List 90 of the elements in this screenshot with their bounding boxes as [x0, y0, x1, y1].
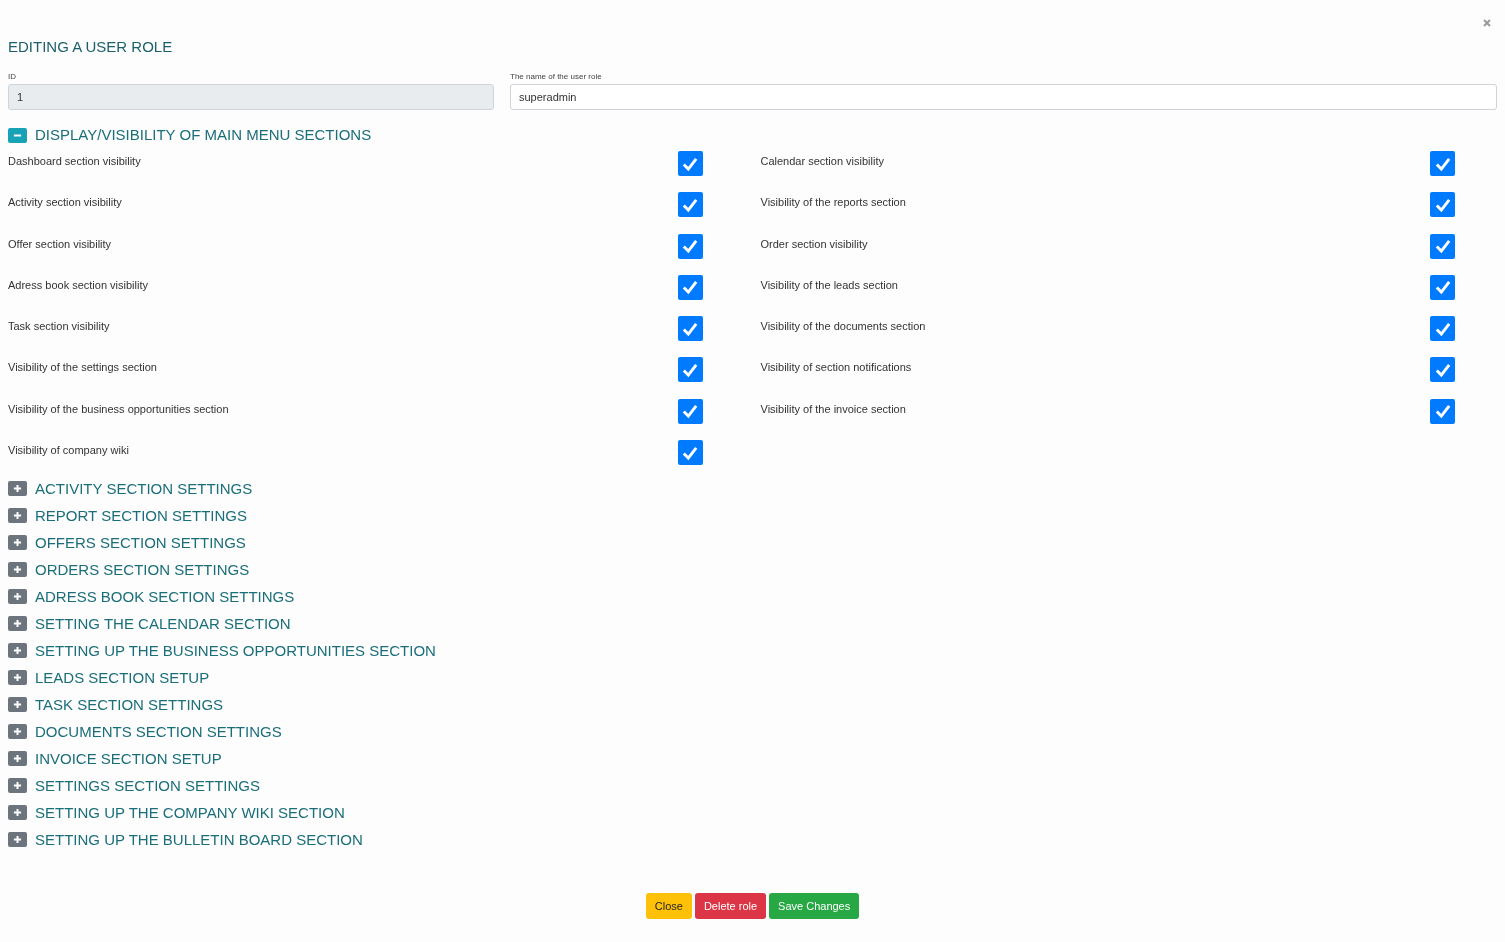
checkbox[interactable]: [677, 274, 703, 300]
section-title[interactable]: SETTINGS SECTION SETTINGS: [35, 774, 261, 798]
close-icon[interactable]: [1483, 19, 1491, 27]
setting-label: Visibility of section notifications: [760, 360, 913, 376]
checkbox[interactable]: [677, 357, 703, 383]
expand-toggle[interactable]: [8, 589, 27, 605]
plus-icon: [13, 565, 22, 575]
action-button[interactable]: Save Changes: [769, 893, 860, 920]
dialog-title: EDITING A USER ROLE: [8, 37, 174, 57]
section-title[interactable]: ACTIVITY SECTION SETTINGS: [35, 477, 253, 501]
expand-toggle[interactable]: [8, 535, 27, 551]
plus-icon: [13, 646, 22, 656]
action-button[interactable]: Close: [645, 893, 692, 920]
expand-toggle[interactable]: [8, 643, 27, 659]
plus-icon: [13, 781, 22, 791]
expand-toggle[interactable]: [8, 616, 27, 632]
plus-icon: [13, 808, 22, 818]
setting-label: Adress book section visibility: [8, 277, 149, 293]
plus-icon: [13, 538, 22, 548]
setting-label: Visibility of the reports section: [760, 195, 907, 211]
plus-icon: [13, 835, 22, 845]
section-title[interactable]: SETTING UP THE BUSINESS OPPORTUNITIES SECTION: [35, 639, 436, 663]
setting-label: Dashboard section visibility: [8, 154, 142, 169]
expand-toggle[interactable]: [8, 481, 27, 497]
plus-icon: [13, 673, 22, 683]
expand-toggle[interactable]: [8, 508, 27, 524]
plus-icon: [13, 592, 22, 602]
check-icon: [1433, 278, 1452, 297]
expand-toggle[interactable]: [8, 832, 27, 848]
collapse-toggle[interactable]: [8, 128, 27, 143]
section-title[interactable]: INVOICE SECTION SETUP: [35, 747, 222, 771]
setting-label: Task section visibility: [8, 319, 111, 335]
checkbox[interactable]: [677, 192, 703, 218]
section-title[interactable]: SETTING THE CALENDAR SECTION: [35, 612, 291, 636]
plus-icon: [13, 700, 22, 710]
setting-label: Visibility of the settings section: [8, 360, 158, 376]
setting-label: Visibility of the business opportunities section: [8, 401, 230, 417]
setting-label: Visibility of the invoice section: [760, 401, 907, 417]
checkbox[interactable]: [1430, 398, 1455, 424]
checkbox[interactable]: [677, 233, 703, 259]
setting-label: Activity section visibility: [8, 195, 123, 211]
section-title[interactable]: SETTING UP THE COMPANY WIKI SECTION: [35, 801, 345, 825]
checkbox[interactable]: [1430, 357, 1455, 383]
setting-label: Offer section visibility: [8, 236, 113, 252]
check-icon: [681, 278, 699, 297]
section-title[interactable]: REPORT SECTION SETTINGS: [35, 504, 247, 528]
checkbox[interactable]: [677, 440, 703, 466]
checkbox[interactable]: [1430, 316, 1455, 342]
check-icon: [681, 361, 699, 379]
checkbox[interactable]: [1430, 274, 1455, 300]
section-title[interactable]: DOCUMENTS SECTION SETTINGS: [35, 720, 282, 744]
expand-toggle[interactable]: [8, 751, 27, 767]
action-button[interactable]: Delete role: [694, 893, 767, 920]
expand-toggle[interactable]: [8, 805, 27, 821]
section-title[interactable]: SETTING UP THE BULLETIN BOARD SECTION: [35, 828, 363, 852]
setting-label: Calendar section visibility: [760, 154, 885, 169]
section-title[interactable]: DISPLAY/VISIBILITY OF MAIN MENU SECTIONS: [35, 124, 372, 147]
setting-label: Visibility of the documents section: [760, 319, 927, 335]
check-icon: [681, 237, 699, 256]
expand-toggle[interactable]: [8, 697, 27, 713]
expand-toggle[interactable]: [8, 562, 27, 578]
setting-label: Order section visibility: [760, 236, 869, 252]
check-icon: [681, 402, 699, 421]
checkbox[interactable]: [677, 398, 703, 424]
check-icon: [1433, 361, 1452, 379]
expand-toggle[interactable]: [8, 670, 27, 686]
checkbox[interactable]: [677, 316, 703, 342]
check-icon: [1433, 237, 1452, 256]
setting-label: Visibility of the leads section: [760, 277, 899, 293]
setting-label: Visibility of company wiki: [8, 443, 130, 459]
section-title[interactable]: TASK SECTION SETTINGS: [35, 693, 224, 717]
plus-icon: [13, 484, 22, 494]
checkbox[interactable]: [1430, 192, 1455, 218]
field-label: The name of the user role: [510, 72, 603, 82]
plus-icon: [13, 754, 22, 764]
plus-icon: [13, 619, 22, 629]
plus-icon: [13, 511, 22, 521]
field-label: ID: [8, 72, 17, 82]
checkbox[interactable]: [677, 151, 703, 176]
checkbox[interactable]: [1430, 151, 1455, 176]
text-field[interactable]: superadmin: [510, 84, 1497, 110]
checkbox[interactable]: [1430, 233, 1455, 259]
plus-icon: [13, 727, 22, 737]
check-icon: [1433, 402, 1452, 421]
section-title[interactable]: ORDERS SECTION SETTINGS: [35, 558, 250, 582]
section-title[interactable]: ADRESS BOOK SECTION SETTINGS: [35, 585, 295, 609]
expand-toggle[interactable]: [8, 778, 27, 794]
section-title[interactable]: LEADS SECTION SETUP: [35, 666, 210, 690]
section-title[interactable]: OFFERS SECTION SETTINGS: [35, 531, 246, 555]
expand-toggle[interactable]: [8, 724, 27, 740]
